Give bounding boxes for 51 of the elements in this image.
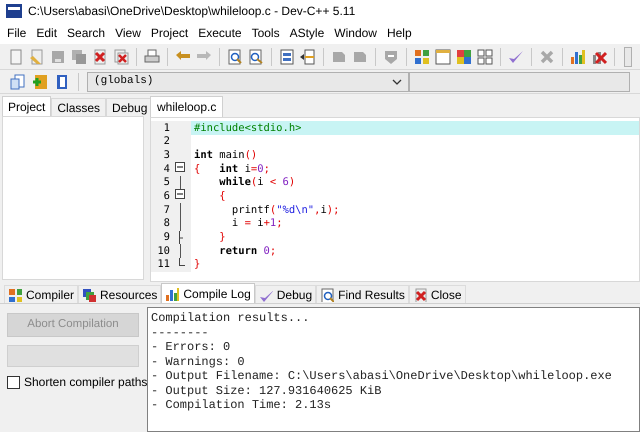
- line-number: 8: [162, 218, 170, 229]
- log-line: - Warnings: 0: [151, 354, 246, 369]
- code-line: int main(): [193, 148, 258, 162]
- line-number: 4: [162, 164, 170, 174]
- line-number: 2: [162, 136, 170, 147]
- window-title: C:\Users\abasi\OneDrive\Desktop\whileloop.c - Dev-C++ 5.11: [28, 3, 356, 20]
- log-line: - Errors: 0: [151, 340, 232, 354]
- panel-tab[interactable]: Project: [2, 96, 52, 116]
- checkbox-label: Shorten compiler paths: [24, 374, 148, 391]
- line-number: 3: [162, 150, 170, 160]
- code-line: return 0;: [218, 244, 278, 258]
- panel-tab[interactable]: Compiler: [4, 285, 78, 303]
- file-tab[interactable]: whileloop.c: [150, 96, 224, 117]
- menu-item[interactable]: Help: [382, 24, 417, 42]
- panel-tab[interactable]: Close: [408, 285, 466, 303]
- menu-item[interactable]: File: [2, 24, 32, 42]
- line-number: 11: [156, 259, 170, 270]
- line-number: 1: [162, 122, 170, 134]
- menu-item[interactable]: Tools: [246, 24, 285, 42]
- menu-item[interactable]: Execute: [193, 24, 247, 42]
- panel-tab[interactable]: Compile Log: [161, 283, 255, 303]
- code-line: }: [193, 258, 202, 272]
- line-number: 5: [162, 177, 170, 188]
- menu-item[interactable]: Project: [146, 24, 194, 42]
- code-line: {: [218, 189, 227, 204]
- menu-item[interactable]: Window: [329, 24, 382, 42]
- panel-tab[interactable]: Classes: [51, 98, 106, 116]
- log-line: --------: [151, 326, 210, 340]
- panel-tab[interactable]: Find Results: [316, 285, 409, 303]
- menu-item[interactable]: Search: [62, 24, 110, 42]
- combo-value: (globals): [94, 74, 154, 90]
- line-number: 10: [156, 246, 170, 256]
- code-line: i = i+1;: [230, 216, 284, 230]
- panel-tab[interactable]: Debug: [254, 285, 316, 303]
- code-line: { int i=0;: [193, 162, 271, 176]
- menu-item[interactable]: View: [110, 24, 146, 42]
- log-line: - Output Size: 127.931640625 KiB: [151, 384, 382, 398]
- log-line: - Compilation Time: 2.13s: [151, 398, 332, 412]
- panel-tab[interactable]: Resources: [78, 285, 162, 303]
- scope-combo[interactable]: (globals): [87, 72, 409, 92]
- code-line: }: [218, 230, 227, 244]
- code-editor[interactable]: 1 #include<stdio.h> 2 3 int main() 4 { int i=0; 5 while(i < 6) 6 { 7 printf("%d\n",i); 8 i = i+1; 9 } 10 return 0; 11 }: [150, 117, 640, 282]
- log-line: Compilation results...: [151, 311, 310, 326]
- line-number: 9: [162, 232, 170, 243]
- line-number: 6: [162, 191, 170, 202]
- menu-item[interactable]: Edit: [31, 24, 62, 42]
- line-number: 7: [162, 204, 170, 216]
- code-line: printf("%d\n",i);: [230, 203, 340, 217]
- log-line: - Output Filename: C:\Users\abasi\OneDrive\Desktop\whileloop.exe: [151, 369, 613, 384]
- code-line: while(i < 6): [218, 176, 296, 190]
- menu-item[interactable]: AStyle: [284, 24, 330, 42]
